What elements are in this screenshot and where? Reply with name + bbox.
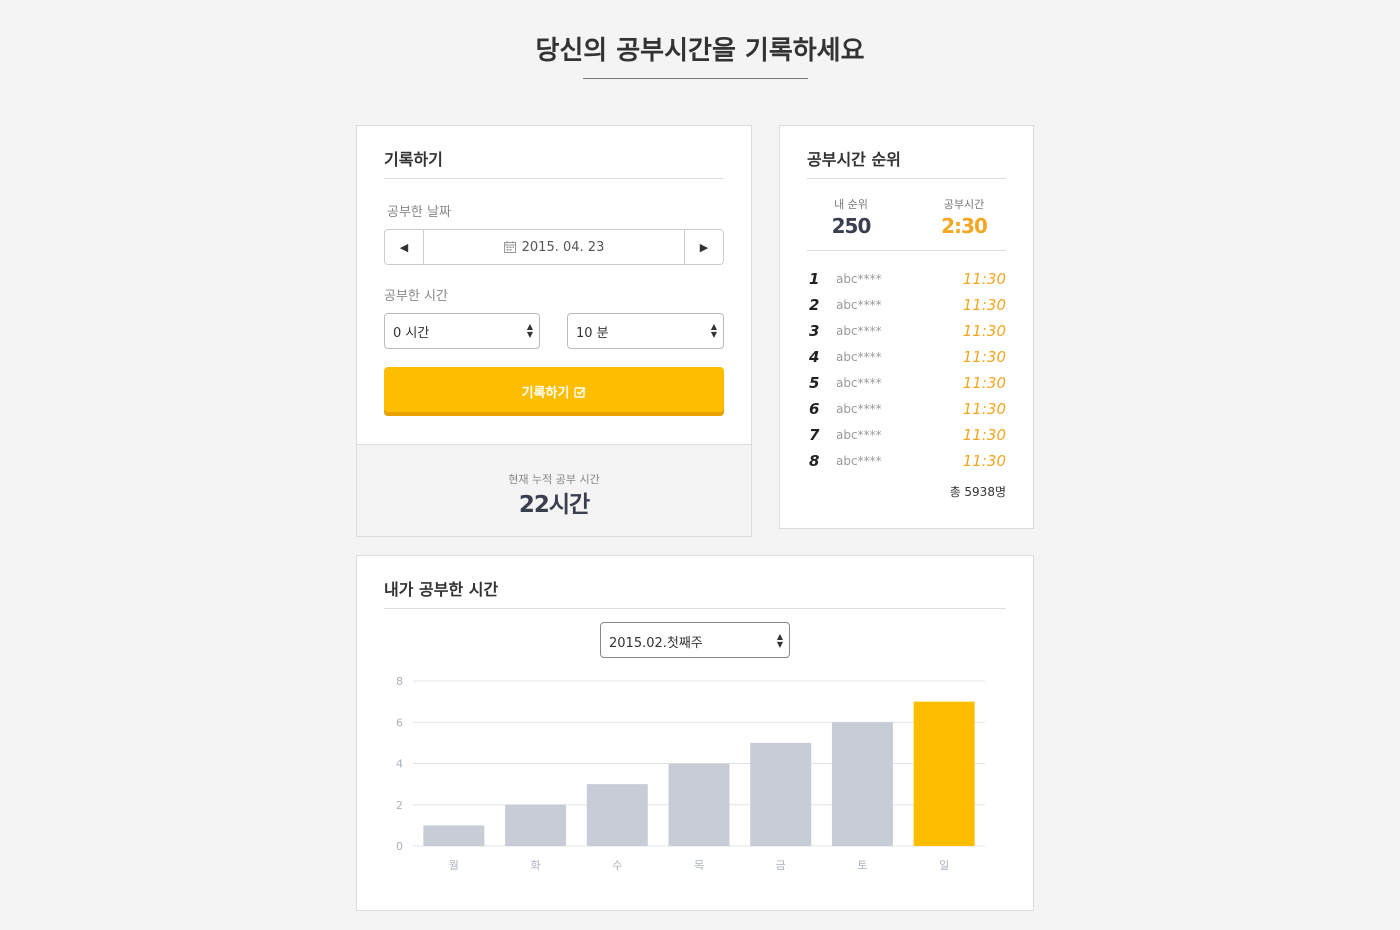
week-select[interactable]: 2015.02.첫째주 ▲ ▼ (600, 622, 790, 658)
calendar-icon (503, 241, 516, 253)
rank-row: 8 abc**** 11:30 (807, 448, 1006, 474)
rank-user: abc**** (836, 350, 882, 364)
date-label: 공부한 날짜 (387, 205, 451, 220)
updown-arrows-icon: ▲ ▼ (776, 632, 783, 649)
chart-bar (913, 701, 975, 846)
rank-row: 7 abc**** 11:30 (807, 422, 1006, 448)
y-tick-label: 2 (396, 799, 403, 812)
caret-left-icon: ◀ (399, 240, 409, 254)
updown-arrows-icon: ▲ ▼ (526, 322, 533, 339)
x-tick-label: 토 (857, 859, 867, 872)
prev-date-button[interactable]: ◀ (385, 230, 424, 264)
chart-bar (668, 763, 730, 846)
rank-number: 5 (809, 374, 820, 392)
submit-label: 기록하기 (521, 386, 570, 401)
my-time-value: 2:30 (941, 214, 988, 238)
time-label: 공부한 시간 (384, 289, 448, 304)
y-tick-label: 8 (396, 675, 403, 688)
my-time-label: 공부시간 (943, 198, 985, 211)
chart-bar (423, 825, 485, 846)
rank-time: 11:30 (962, 348, 1006, 366)
rank-user: abc**** (836, 298, 882, 312)
chart-bar (831, 722, 893, 846)
rank-user: abc**** (836, 324, 882, 338)
caret-right-icon: ▶ (699, 240, 709, 254)
rank-row: 1 abc**** 11:30 (807, 266, 1006, 292)
rank-number: 2 (809, 296, 820, 314)
rank-time: 11:30 (962, 400, 1006, 418)
rank-time: 11:30 (962, 322, 1006, 340)
date-display[interactable]: 2015. 04. 23 (424, 230, 684, 264)
rank-row: 2 abc**** 11:30 (807, 292, 1006, 318)
rank-user: abc**** (836, 402, 882, 416)
rank-row: 4 abc**** 11:30 (807, 344, 1006, 370)
rank-time: 11:30 (962, 426, 1006, 444)
chart-card-divider (384, 608, 1006, 609)
ranking-card: 공부시간 순위 내 순위 250 공부시간 2:30 1 abc**** 11:30… (779, 125, 1034, 529)
my-rank-stat: 내 순위 250 (801, 196, 901, 238)
rank-time: 11:30 (962, 270, 1006, 288)
chart-bar (586, 784, 648, 846)
y-tick-label: 4 (396, 758, 403, 771)
rank-user: abc**** (836, 454, 882, 468)
minutes-select[interactable]: 10 분 ▲ ▼ (567, 313, 724, 349)
hours-select[interactable]: 0 시간 ▲ ▼ (384, 313, 540, 349)
x-tick-label: 목 (694, 859, 704, 872)
record-card: 기록하기 공부한 날짜 ◀ 2015. 04. 23 ▶ 공부한 시간 0 시간… (356, 125, 752, 537)
date-navigator: ◀ 2015. 04. 23 ▶ (384, 229, 724, 265)
chart-card-title: 내가 공부한 시간 (384, 580, 499, 599)
page-title: 당신의 공부시간을 기록하세요 (535, 36, 865, 66)
minutes-value: 10 분 (576, 326, 609, 341)
rank-time: 11:30 (962, 296, 1006, 314)
chart-bar (750, 742, 812, 846)
bar-chart: 0 2 4 6 8 월 화 수 목 금 토 일 (396, 675, 985, 872)
x-tick-label: 월 (449, 859, 459, 872)
rank-number: 8 (809, 452, 820, 470)
study-chart-card: 내가 공부한 시간 2015.02.첫째주 ▲ ▼ 0 2 4 6 8 월 화 수 목 금 토 일 (356, 555, 1034, 911)
total-users-count: 총 5938명 (949, 485, 1006, 499)
total-time-value: 22시간 (518, 492, 590, 518)
rank-user: abc**** (836, 376, 882, 390)
ranking-card-title: 공부시간 순위 (807, 150, 901, 169)
rank-user: abc**** (836, 272, 882, 286)
x-tick-label: 금 (776, 859, 786, 872)
hours-value: 0 시간 (393, 326, 430, 341)
rank-number: 7 (809, 426, 820, 444)
rank-number: 6 (809, 400, 820, 418)
my-rank-value: 250 (831, 214, 872, 238)
my-rank-label: 내 순위 (834, 198, 868, 211)
rank-time: 11:30 (962, 452, 1006, 470)
x-tick-label: 수 (612, 859, 622, 872)
week-value: 2015.02.첫째주 (609, 636, 703, 651)
rank-row: 5 abc**** 11:30 (807, 370, 1006, 396)
check-square-icon (574, 386, 587, 398)
ranking-card-divider (807, 178, 1006, 179)
rank-user: abc**** (836, 428, 882, 442)
x-tick-label: 화 (531, 859, 541, 872)
rank-time: 11:30 (962, 374, 1006, 392)
my-time-stat: 공부시간 2:30 (914, 196, 1014, 238)
rank-number: 1 (809, 270, 820, 288)
record-submit-button[interactable]: 기록하기 (384, 367, 724, 416)
date-value: 2015. 04. 23 (521, 239, 605, 255)
next-date-button[interactable]: ▶ (684, 230, 723, 264)
chart-bar (505, 804, 567, 846)
updown-arrows-icon: ▲ ▼ (710, 322, 717, 339)
rank-divider (807, 250, 1006, 251)
title-underline (583, 78, 808, 79)
x-tick-label: 일 (939, 858, 949, 872)
y-tick-label: 0 (396, 840, 403, 853)
record-card-title: 기록하기 (384, 150, 443, 169)
record-card-divider (384, 178, 724, 179)
rank-number: 3 (809, 322, 820, 340)
rank-row: 3 abc**** 11:30 (807, 318, 1006, 344)
rank-number: 4 (809, 348, 820, 366)
rank-row: 6 abc**** 11:30 (807, 396, 1006, 422)
total-study-time-panel: 현재 누적 공부 시간 22시간 (357, 444, 751, 536)
y-tick-label: 6 (396, 716, 403, 729)
